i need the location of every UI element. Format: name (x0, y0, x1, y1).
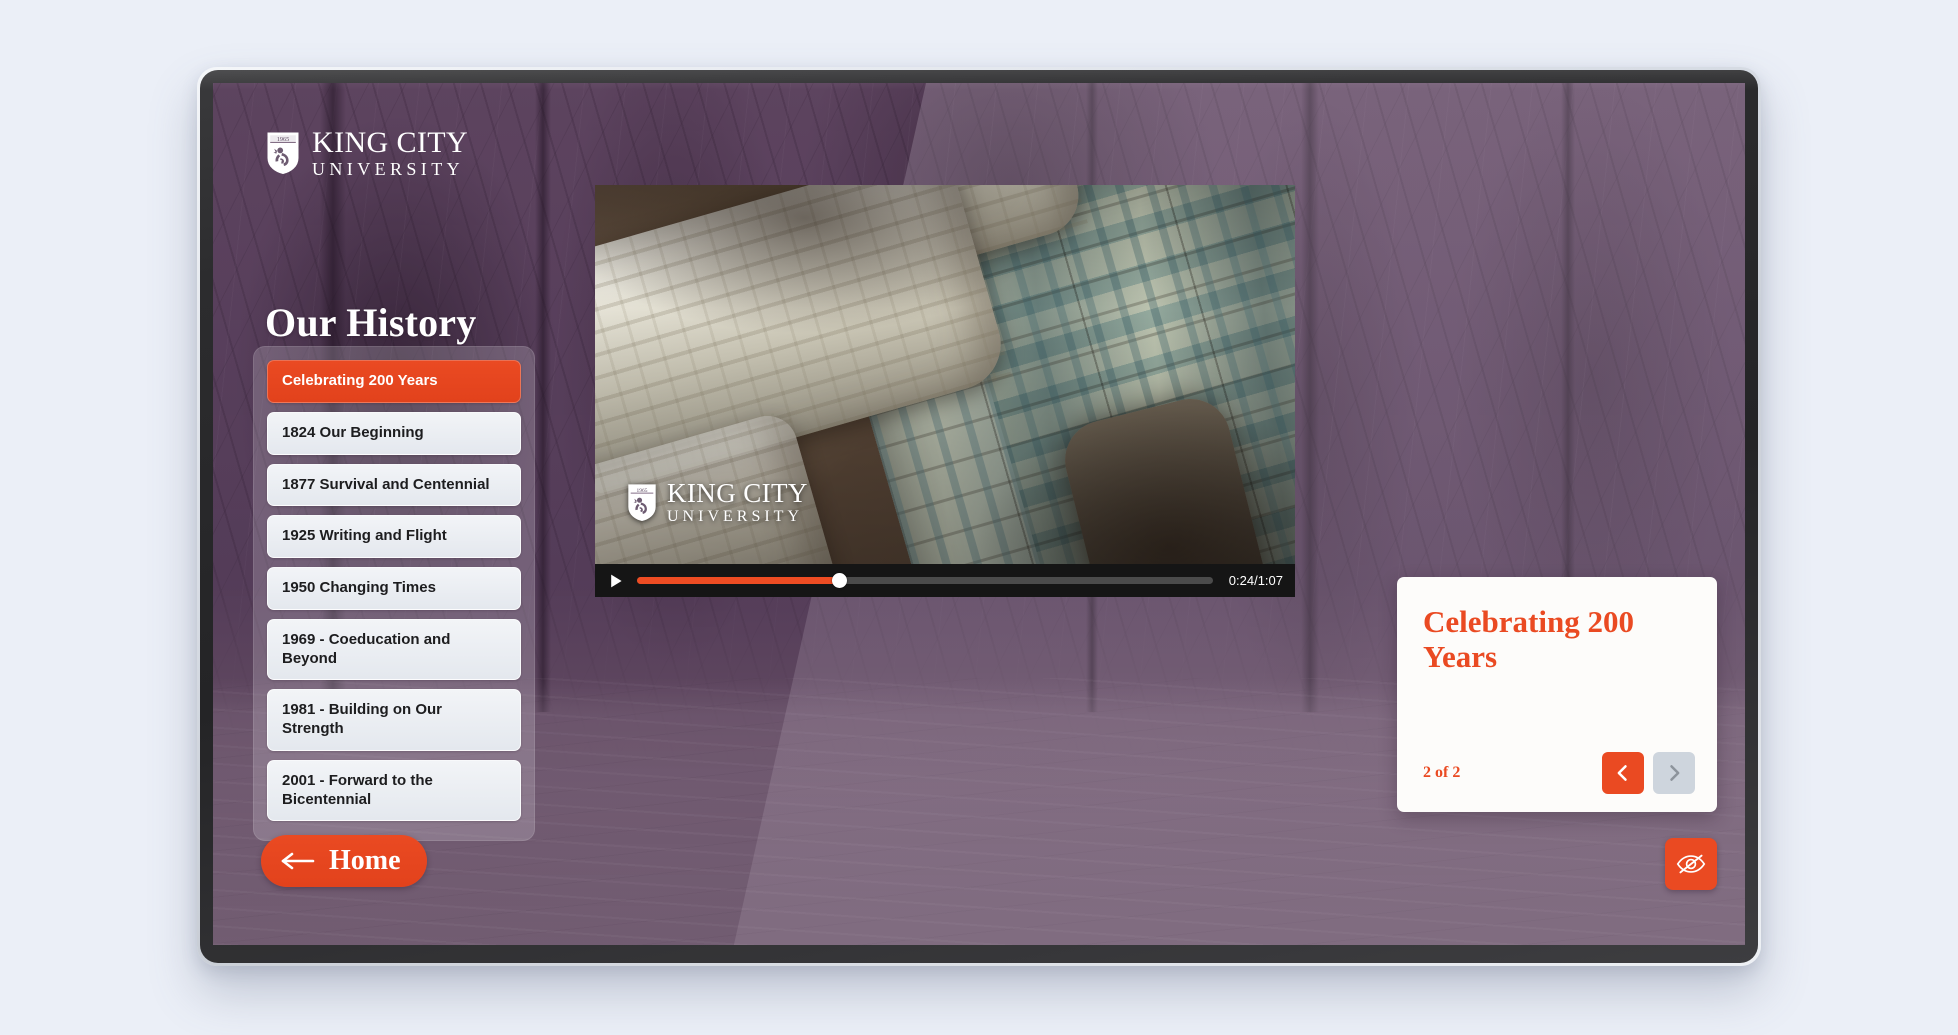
info-card-heading: Celebrating 200 Years (1423, 604, 1634, 674)
sidebar-item-1981-building-on-our-strength[interactable]: 1981 - Building on Our Strength (267, 689, 521, 751)
video-progress-bar[interactable] (637, 573, 1213, 588)
video-time-display: 0:24/1:07 (1228, 573, 1283, 588)
video-control-bar: 0:24/1:07 (595, 564, 1295, 597)
arrow-left-icon (281, 852, 315, 870)
brand-wordmark: King City University (312, 126, 469, 179)
brand-name-line2: University (312, 159, 464, 179)
sidebar-item-celebrating-200-years[interactable]: Celebrating 200 Years (267, 360, 521, 403)
home-button-label: Home (329, 845, 401, 876)
monitor-frame: 1965 King City University (197, 67, 1761, 966)
screenshot-scene: 1965 King City University (0, 0, 1958, 1035)
info-card: Celebrating 200 Years 2 of 2 (1397, 577, 1717, 812)
pager-group (1602, 752, 1695, 794)
page-counter: 2 of 2 (1423, 764, 1461, 781)
sidebar-nav-panel: Celebrating 200 Years 1824 Our Beginning… (253, 346, 535, 842)
shield-year: 1965 (277, 136, 289, 143)
screen: 1965 King City University (213, 83, 1745, 945)
brand-logo[interactable]: 1965 King City University (266, 128, 468, 178)
play-button[interactable] (605, 570, 627, 592)
shield-year: 1965 (637, 488, 648, 494)
chevron-right-icon (1670, 765, 1680, 781)
sidebar-item-1969-coeducation-and-beyond[interactable]: 1969 - Coeducation and Beyond (267, 618, 521, 681)
video-watermark-line1: King City (667, 478, 808, 508)
next-page-button[interactable] (1653, 752, 1695, 794)
page-title: Our History (265, 300, 477, 345)
video-progress-handle[interactable] (831, 573, 847, 588)
brand-name-line1: King City (312, 126, 469, 159)
hide-button[interactable] (1665, 838, 1717, 890)
shield-icon: 1965 (628, 484, 656, 522)
sidebar-item-2001-forward-to-the-bicentennial[interactable]: 2001 - Forward to the Bicentennial (267, 759, 521, 822)
eye-slash-icon (1676, 854, 1706, 874)
video-frame (595, 185, 1295, 597)
previous-page-button[interactable] (1602, 752, 1644, 794)
sidebar-item-1877-survival-and-centennial[interactable]: 1877 Survival and Centennial (267, 463, 521, 507)
video-progress-fill (637, 577, 839, 584)
video-player[interactable]: 1965 King City University (595, 185, 1295, 597)
play-icon (611, 574, 622, 587)
monitor-bezel: 1965 King City University (200, 70, 1758, 963)
shield-icon: 1965 (267, 132, 299, 175)
video-watermark-line2: University (667, 508, 803, 525)
sidebar-item-1950-changing-times[interactable]: 1950 Changing Times (267, 567, 521, 610)
sidebar-item-1824-our-beginning[interactable]: 1824 Our Beginning (267, 411, 521, 455)
home-button[interactable]: Home (261, 835, 427, 887)
video-watermark-logo: 1965 King City University (627, 480, 808, 525)
chevron-left-icon (1617, 765, 1627, 781)
video-shading (595, 185, 1295, 597)
video-watermark-wordmark: King City University (667, 480, 808, 525)
info-card-footer: 2 of 2 (1423, 752, 1695, 794)
sidebar-item-1925-writing-and-flight[interactable]: 1925 Writing and Flight (267, 515, 521, 558)
